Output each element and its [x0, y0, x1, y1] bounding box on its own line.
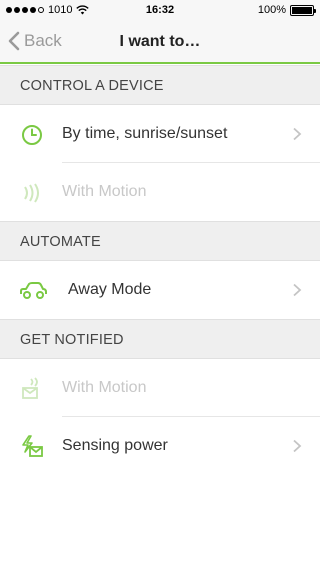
section-title: GET NOTIFIED	[20, 332, 124, 348]
list-item-with-motion-notify: With Motion	[0, 359, 320, 417]
list-item-label: Sensing power	[62, 437, 168, 454]
section-title: AUTOMATE	[20, 234, 101, 250]
section-header-automate: AUTOMATE	[0, 221, 320, 261]
battery-icon	[290, 4, 316, 16]
section-header-control-device: CONTROL A DEVICE	[0, 65, 320, 105]
list-item-with-motion-control: With Motion	[0, 163, 320, 221]
section-header-get-notified: GET NOTIFIED	[0, 319, 320, 359]
list-item-label: By time, sunrise/sunset	[62, 125, 228, 142]
chevron-right-icon	[293, 439, 302, 453]
list-item-label: Away Mode	[68, 281, 152, 298]
battery-level	[292, 6, 312, 14]
navigation-bar: Back I want to…	[0, 22, 320, 64]
status-right: 100%	[257, 4, 316, 16]
motion-mail-icon	[22, 377, 38, 399]
chevron-right-icon	[293, 283, 302, 297]
list-item-label: With Motion	[62, 379, 147, 396]
clock-icon	[22, 125, 42, 145]
section-title: CONTROL A DEVICE	[20, 78, 164, 94]
list-item-label: With Motion	[62, 183, 147, 200]
car-icon	[20, 282, 47, 299]
power-mail-icon	[22, 435, 43, 457]
status-bar: 1010 16:32 100%	[0, 0, 320, 22]
list-item-sensing-power[interactable]: Sensing power	[0, 417, 320, 475]
page-title: I want to…	[119, 33, 201, 50]
motion-waves-icon	[24, 183, 39, 203]
list-item-away-mode[interactable]: Away Mode	[0, 261, 320, 319]
list-item-by-time[interactable]: By time, sunrise/sunset	[0, 105, 320, 163]
battery-percent: 100%	[257, 4, 286, 16]
chevron-right-icon	[293, 127, 302, 141]
